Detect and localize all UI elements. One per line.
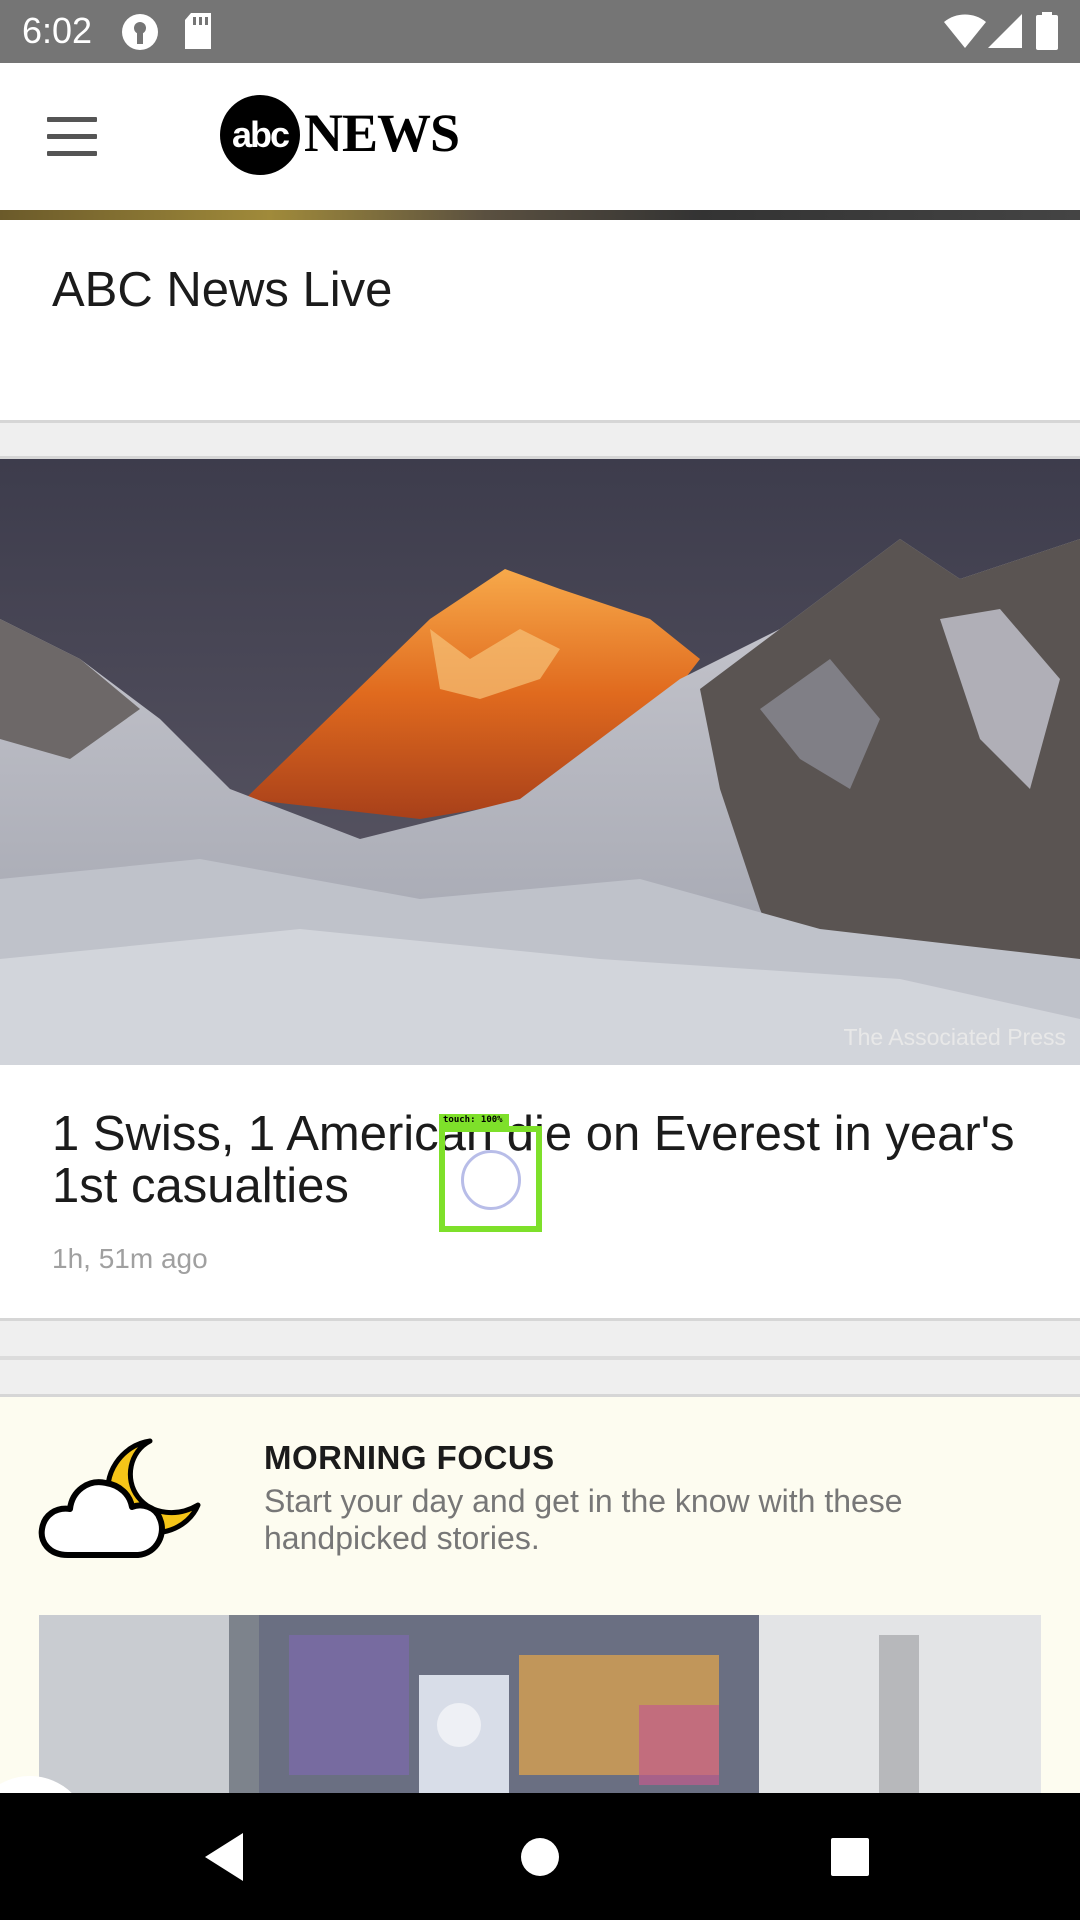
morning-focus-story-image[interactable]: [39, 1615, 1041, 1793]
video-preview-strip[interactable]: [0, 210, 1080, 220]
signal-icon: [988, 14, 1022, 48]
back-icon[interactable]: [165, 1793, 285, 1920]
live-card[interactable]: ABC News Live: [0, 220, 1080, 420]
system-nav-bar: [0, 1793, 1080, 1920]
abc-news-logo: abc NEWS: [220, 93, 460, 177]
app-bar: abc NEWS: [0, 63, 1080, 210]
section-gap: [0, 1321, 1080, 1356]
cloud-moon-icon: [38, 1438, 201, 1558]
morning-focus-section[interactable]: MORNING FOCUS Start your day and get in …: [0, 1397, 1080, 1793]
hamburger-menu-icon[interactable]: [47, 117, 99, 157]
story-image[interactable]: The Associated Press: [0, 459, 1080, 1065]
sd-card-icon: [185, 13, 211, 49]
status-time: 6:02: [22, 10, 93, 51]
wifi-icon: [944, 14, 986, 48]
morning-focus-title: MORNING FOCUS: [264, 1439, 555, 1476]
section-gap: [0, 423, 1080, 456]
battery-icon: [1036, 12, 1058, 50]
vpn-key-icon: [122, 14, 158, 50]
recents-icon[interactable]: [790, 1793, 910, 1920]
story-timestamp: 1h, 51m ago: [52, 1243, 208, 1274]
status-bar: 6:02: [0, 0, 1080, 63]
photo-credit: The Associated Press: [843, 1024, 1066, 1050]
svg-text:NEWS: NEWS: [304, 103, 459, 163]
live-card-title: ABC News Live: [52, 263, 393, 317]
svg-text:abc: abc: [232, 114, 289, 155]
touch-ripple: [461, 1150, 521, 1210]
morning-focus-description: Start your day and get in the know with …: [264, 1483, 903, 1556]
home-icon[interactable]: [480, 1793, 600, 1920]
story-headline: 1 Swiss, 1 American die on Everest in ye…: [52, 1107, 1015, 1213]
section-gap: [0, 1360, 1080, 1394]
